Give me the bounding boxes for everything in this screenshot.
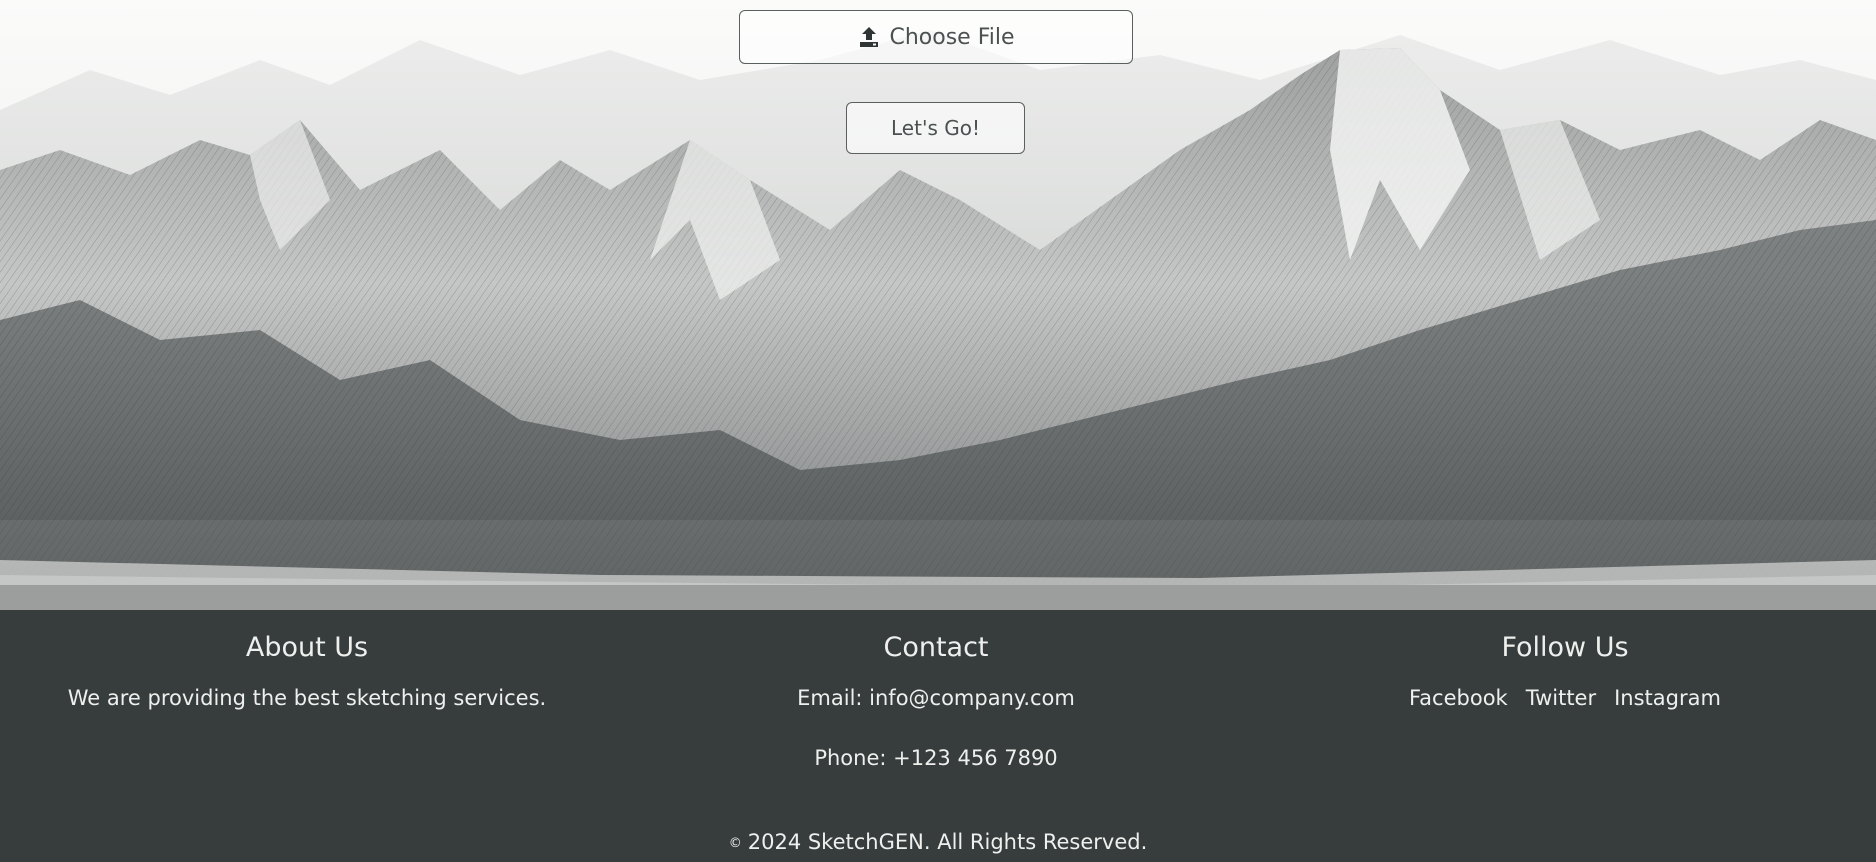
choose-file-label: Choose File: [889, 24, 1015, 50]
footer: About Us We are providing the best sketc…: [0, 610, 1876, 862]
contact-email: Email: info@company.com: [797, 686, 1075, 710]
facebook-link[interactable]: Facebook: [1409, 686, 1508, 710]
contact-heading: Contact: [883, 632, 989, 663]
copyright: © 2024 SketchGEN. All Rights Reserved.: [0, 830, 1876, 854]
mountain-sketch-background: [0, 30, 1876, 610]
about-text: We are providing the best sketching serv…: [67, 686, 547, 710]
page: Choose File Let's Go! About Us We are pr…: [0, 0, 1876, 862]
about-heading: About Us: [245, 632, 369, 663]
copyright-text: 2024 SketchGEN. All Rights Reserved.: [747, 830, 1148, 854]
copyright-symbol: ©: [728, 836, 742, 851]
social-links: Facebook Twitter Instagram: [1254, 686, 1876, 710]
lets-go-button[interactable]: Let's Go!: [846, 102, 1025, 154]
follow-heading: Follow Us: [1501, 632, 1629, 663]
contact-phone: Phone: +123 456 7890: [814, 746, 1058, 770]
choose-file-button[interactable]: Choose File: [739, 10, 1133, 64]
hero-section: Choose File Let's Go!: [0, 0, 1876, 610]
upload-icon: [857, 25, 881, 49]
instagram-link[interactable]: Instagram: [1614, 686, 1721, 710]
twitter-link[interactable]: Twitter: [1526, 686, 1596, 710]
